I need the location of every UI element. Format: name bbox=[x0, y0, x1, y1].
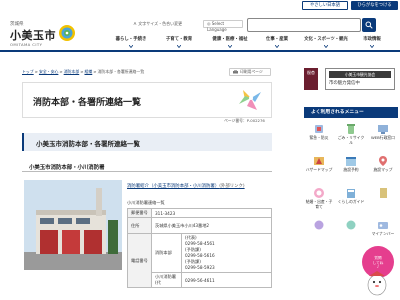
siren-icon bbox=[315, 125, 323, 133]
section-heading: 小美玉市消防本部・各署所連絡一覧 bbox=[22, 133, 272, 151]
top-utility-bar: やさしい日本語 ひらがなをつける bbox=[0, 0, 400, 10]
hand-icon bbox=[314, 220, 324, 230]
chevron-down-icon bbox=[275, 45, 279, 48]
print-button[interactable]: 印刷用ページ bbox=[229, 68, 271, 76]
search-input[interactable] bbox=[247, 18, 361, 32]
banner-bottom-text: 市の魅力発信中 bbox=[329, 81, 360, 86]
baby-icon bbox=[314, 188, 324, 198]
info-icon bbox=[346, 220, 356, 230]
chevron-down-icon bbox=[370, 45, 374, 48]
banner-top-text: 小美玉市観光協会 bbox=[329, 71, 391, 78]
breadcrumb: トップ>安全・安心>消防本部>組織>消防本部・各署所連絡一覧 bbox=[22, 69, 145, 74]
ogawa-station-phone: 0299-56-4611 bbox=[181, 272, 272, 288]
printer-icon bbox=[233, 70, 238, 74]
menu-item-hazard-map[interactable]: ハザードマップ bbox=[304, 152, 334, 184]
gnav-item-kenko[interactable]: 健康・医療・福祉 bbox=[208, 34, 252, 50]
chevron-down-icon bbox=[129, 45, 133, 48]
city-emblem-icon bbox=[59, 25, 75, 41]
breadcrumb-link-shobo[interactable]: 消防本部 bbox=[64, 69, 80, 74]
contact-table: 郵便番号 311-3423 住所 茨城県小美玉市小川43番地2 電話番号 消防本… bbox=[127, 208, 272, 288]
phone-values: (代表) 0299-58-4561 (予防課) 0299-58-5616 (予防… bbox=[181, 233, 272, 273]
ogawa-station-label: 小川消防署(代 bbox=[151, 272, 182, 288]
address-value: 茨城県小美玉市小川43番地2 bbox=[151, 217, 272, 234]
gnav-item-kosodate[interactable]: 子育て・教育 bbox=[162, 34, 196, 50]
table-row: 郵便番号 311-3423 bbox=[127, 208, 272, 218]
menu-item-living-guide[interactable]: くらしのガイド bbox=[336, 184, 366, 216]
breadcrumb-link-top[interactable]: トップ bbox=[22, 69, 34, 74]
table-caption: 小川消防署連絡一覧 bbox=[127, 200, 165, 205]
menu-item-bottom-1[interactable] bbox=[304, 216, 334, 248]
address-label: 住所 bbox=[127, 217, 152, 234]
font-size-link[interactable]: Ａ 文字サイズ・色合い変更 bbox=[133, 20, 199, 28]
dept-label: 消防本部 bbox=[151, 233, 182, 273]
recycle-icon bbox=[347, 124, 355, 134]
nav-divider bbox=[0, 50, 400, 52]
hiragana-button[interactable]: ひらがなをつける bbox=[351, 1, 398, 10]
menu-item-facility-map[interactable]: 施設マップ bbox=[368, 152, 398, 184]
chevron-down-icon bbox=[177, 45, 181, 48]
search-button[interactable] bbox=[362, 18, 376, 32]
sidebar-banner-left[interactable]: 桜杏 bbox=[304, 68, 318, 90]
table-row: 住所 茨城県小美玉市小川43番地2 bbox=[127, 217, 272, 234]
document-icon bbox=[380, 188, 387, 198]
breadcrumb-current: 消防本部・各署所連絡一覧 bbox=[97, 69, 145, 74]
computer-icon bbox=[378, 125, 388, 134]
menu-item-bottom-2[interactable] bbox=[336, 216, 366, 248]
global-nav: 暮らし・手続き 子育て・教育 健康・医療・福祉 仕事・産業 文化・スポーツ・観光… bbox=[100, 34, 400, 50]
yasashii-nihongo-button[interactable]: やさしい日本語 bbox=[302, 1, 348, 10]
postal-label: 郵便番号 bbox=[127, 208, 152, 218]
breadcrumb-link-anzen[interactable]: 安全・安心 bbox=[39, 69, 58, 74]
book-icon bbox=[347, 189, 355, 198]
gnav-item-shisei[interactable]: 市政情報 bbox=[360, 34, 384, 50]
site-logo[interactable]: 小美玉市 bbox=[10, 27, 56, 43]
frequent-menu-title: よく利用されるメニュー bbox=[304, 107, 398, 118]
gnav-item-kurashi[interactable]: 暮らし・手続き bbox=[112, 34, 150, 50]
mascot-icon bbox=[367, 271, 387, 296]
station-intro-link[interactable]: 消防署紹介（小美玉市消防本部・小川消防署）(外部リンク) bbox=[127, 183, 245, 189]
menu-item-garbage[interactable]: ごみ・リサイクル bbox=[336, 120, 366, 152]
postal-value: 311-3423 bbox=[151, 208, 272, 218]
decoration-icon bbox=[239, 90, 261, 110]
table-row: 電話番号 消防本部 (代表) 0299-58-4561 (予防課) 0299-5… bbox=[127, 233, 272, 288]
menu-item-mynumber[interactable]: マイナンバー bbox=[368, 216, 398, 248]
menu-item-web-counter[interactable]: WEB行政窓口 bbox=[368, 120, 398, 152]
page-number: ページ番号：P-002276 bbox=[224, 118, 265, 123]
sub-heading: 小美玉市消防本部・小川消防署 bbox=[22, 160, 272, 172]
fire-station-photo bbox=[24, 180, 122, 270]
menu-item-extra[interactable] bbox=[368, 184, 398, 216]
phone-label: 電話番号 bbox=[127, 233, 152, 288]
city-roman-name: OMITAMA CITY bbox=[10, 42, 43, 47]
external-link-label: (外部リンク) bbox=[219, 184, 245, 189]
chevron-down-icon bbox=[324, 45, 328, 48]
menu-item-facility-booking[interactable]: 施設予約 bbox=[336, 152, 366, 184]
hazard-map-icon bbox=[314, 157, 324, 165]
sidebar-banner-right[interactable]: 小美玉市観光協会 市の魅力発信中 bbox=[325, 68, 395, 90]
breadcrumb-link-soshiki[interactable]: 組織 bbox=[84, 69, 92, 74]
chevron-down-icon bbox=[228, 45, 232, 48]
language-select[interactable]: ◎ Select Language bbox=[203, 20, 243, 32]
page-title-banner: 消防本部・各署所連絡一覧 bbox=[22, 82, 272, 118]
map-pin-icon bbox=[379, 156, 387, 166]
gnav-item-shigoto[interactable]: 仕事・産業 bbox=[262, 34, 292, 50]
menu-item-emergency[interactable]: 緊急・防災 bbox=[304, 120, 334, 152]
gnav-item-bunka[interactable]: 文化・スポーツ・観光 bbox=[300, 34, 352, 50]
menu-item-childcare[interactable]: 結婚・出産・子育て bbox=[304, 184, 334, 216]
search-icon bbox=[365, 21, 373, 29]
calendar-icon bbox=[346, 157, 356, 166]
id-card-icon bbox=[378, 222, 388, 229]
page-title: 消防本部・各署所連絡一覧 bbox=[33, 98, 142, 108]
